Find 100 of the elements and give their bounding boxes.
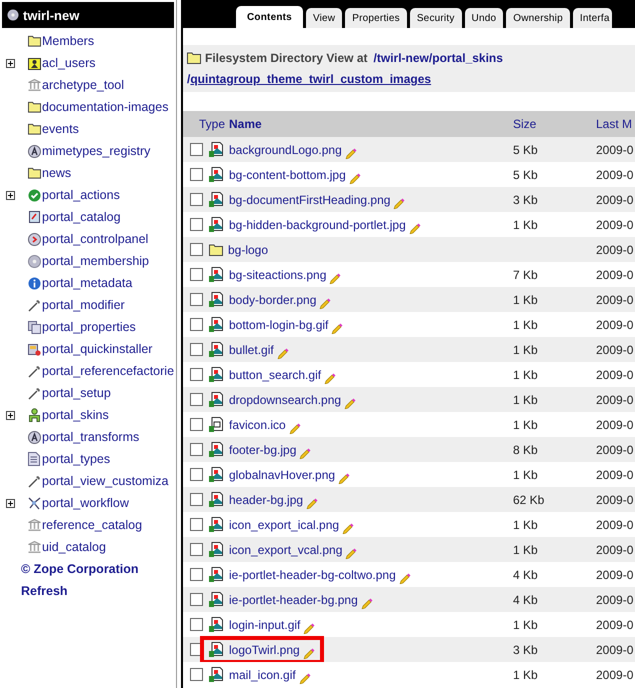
pencil-icon[interactable] — [360, 596, 373, 608]
file-link[interactable]: mail_icon.gif — [229, 668, 296, 682]
tree-item-link[interactable]: documentation-images — [42, 100, 168, 114]
row-checkbox[interactable] — [190, 143, 203, 156]
tree-item-link[interactable]: portal_membership — [42, 254, 149, 268]
file-link[interactable]: bg-content-bottom.jpg — [229, 168, 346, 182]
pencil-icon[interactable] — [344, 396, 356, 408]
tree-item-link[interactable]: portal_view_customiza — [42, 474, 168, 488]
row-checkbox[interactable] — [190, 268, 203, 281]
pencil-icon[interactable] — [306, 496, 318, 508]
pencil-icon[interactable] — [319, 296, 332, 308]
tree-item-link[interactable]: archetype_tool — [42, 78, 124, 92]
file-link[interactable]: bottom-login-bg.gif — [229, 318, 328, 332]
tab[interactable]: Properties — [345, 8, 407, 28]
tree-item-link[interactable]: portal_catalog — [42, 210, 121, 224]
file-link[interactable]: bg-logo — [228, 242, 268, 256]
file-link[interactable]: favicon.ico — [229, 418, 286, 432]
file-link[interactable]: button_search.gif — [229, 368, 322, 382]
file-link[interactable]: dropdownsearch.png — [229, 392, 342, 406]
pencil-icon[interactable] — [338, 472, 350, 484]
tree-item-link[interactable]: portal_transforms — [42, 430, 140, 444]
column-header[interactable]: Last M — [596, 117, 635, 131]
footer-link[interactable]: © Zope Corporation — [21, 558, 139, 580]
file-link[interactable]: logoTwirl.png — [229, 642, 300, 656]
file-link[interactable]: footer-bg.jpg — [229, 442, 296, 456]
expand-icon[interactable] — [6, 190, 15, 200]
path-link[interactable]: portal_skins — [432, 51, 503, 65]
row-checkbox[interactable] — [190, 668, 203, 681]
file-link[interactable]: login-input.gif — [229, 618, 300, 632]
pencil-icon[interactable] — [344, 146, 357, 158]
tree-item-link[interactable]: Members — [42, 34, 94, 48]
path-link[interactable]: twirl-new — [376, 51, 429, 65]
column-header[interactable]: Size — [513, 117, 596, 131]
row-checkbox[interactable] — [190, 418, 203, 431]
column-header[interactable]: Type — [199, 117, 226, 131]
footer-link[interactable]: Refresh — [21, 580, 68, 602]
path-link[interactable]: quintagroup_theme_twirl_custom_images — [190, 72, 432, 86]
tab[interactable]: Undo — [464, 8, 504, 28]
tree-root-label[interactable]: twirl-new — [23, 8, 80, 22]
row-checkbox[interactable] — [190, 468, 203, 481]
pencil-icon[interactable] — [299, 446, 312, 458]
file-link[interactable]: icon_export_ical.png — [229, 518, 340, 532]
pencil-icon[interactable] — [331, 322, 344, 334]
pencil-icon[interactable] — [329, 272, 342, 284]
row-checkbox[interactable] — [190, 243, 203, 256]
tree-item-link[interactable]: reference_catalog — [42, 518, 142, 532]
tree-item-link[interactable]: portal_skins — [42, 408, 109, 422]
tree-item-link[interactable]: mimetypes_registry — [42, 144, 150, 158]
pencil-icon[interactable] — [393, 196, 406, 208]
file-link[interactable]: body-border.png — [229, 292, 316, 306]
tree-item-link[interactable]: acl_users — [42, 56, 96, 70]
row-checkbox[interactable] — [190, 168, 203, 181]
row-checkbox[interactable] — [190, 343, 203, 356]
pencil-icon[interactable] — [408, 222, 421, 234]
file-link[interactable]: icon_export_vcal.png — [229, 542, 342, 556]
row-checkbox[interactable] — [190, 493, 203, 506]
tree-item-link[interactable]: portal_types — [42, 452, 110, 466]
row-checkbox[interactable] — [190, 593, 203, 606]
tree-item-link[interactable]: portal_referencefactorie — [42, 364, 174, 378]
row-checkbox[interactable] — [190, 293, 203, 306]
tree-item-link[interactable]: news — [42, 166, 72, 180]
column-header[interactable]: Name — [229, 117, 262, 131]
file-link[interactable]: bullet.gif — [229, 342, 274, 356]
row-checkbox[interactable] — [190, 393, 203, 406]
tree-item-link[interactable]: portal_actions — [42, 188, 120, 202]
pencil-icon[interactable] — [398, 572, 411, 584]
expand-icon[interactable] — [6, 410, 15, 420]
row-checkbox[interactable] — [190, 318, 203, 331]
tree-item-link[interactable]: portal_modifier — [42, 298, 125, 312]
pencil-icon[interactable] — [345, 546, 358, 558]
row-checkbox[interactable] — [190, 443, 203, 456]
row-checkbox[interactable] — [190, 218, 203, 231]
pencil-icon[interactable] — [288, 422, 301, 434]
file-link[interactable]: bg-documentFirstHeading.png — [229, 192, 390, 206]
pencil-icon[interactable] — [302, 646, 315, 658]
pencil-icon[interactable] — [348, 172, 361, 184]
tab[interactable]: Interfa — [572, 8, 612, 28]
file-link[interactable]: bg-hidden-background-portlet.jpg — [229, 218, 406, 232]
file-link[interactable]: bg-siteactions.png — [229, 268, 326, 282]
file-link[interactable]: ie-portlet-header-bg-coltwo.png — [229, 568, 396, 582]
row-checkbox[interactable] — [190, 368, 203, 381]
tab[interactable]: Security — [410, 8, 462, 28]
tree-item-link[interactable]: portal_workflow — [42, 496, 129, 510]
tab[interactable]: View — [306, 8, 342, 28]
row-checkbox[interactable] — [190, 618, 203, 631]
row-checkbox[interactable] — [190, 568, 203, 581]
file-link[interactable]: header-bg.jpg — [229, 492, 304, 506]
pencil-icon[interactable] — [324, 372, 336, 384]
tree-item-link[interactable]: uid_catalog — [42, 540, 106, 554]
row-checkbox[interactable] — [190, 193, 203, 206]
file-link[interactable]: globalnavHover.png — [229, 468, 336, 482]
pencil-icon[interactable] — [298, 672, 311, 684]
tree-item-link[interactable]: portal_properties — [42, 320, 136, 334]
tree-item-link[interactable]: portal_metadata — [42, 276, 132, 290]
tab[interactable]: Contents — [236, 6, 303, 28]
tree-item-link[interactable]: portal_setup — [42, 386, 111, 400]
tab[interactable]: Ownership — [506, 8, 570, 28]
tree-item-link[interactable]: events — [42, 122, 79, 136]
pencil-icon[interactable] — [276, 346, 289, 358]
expand-icon[interactable] — [6, 498, 15, 508]
